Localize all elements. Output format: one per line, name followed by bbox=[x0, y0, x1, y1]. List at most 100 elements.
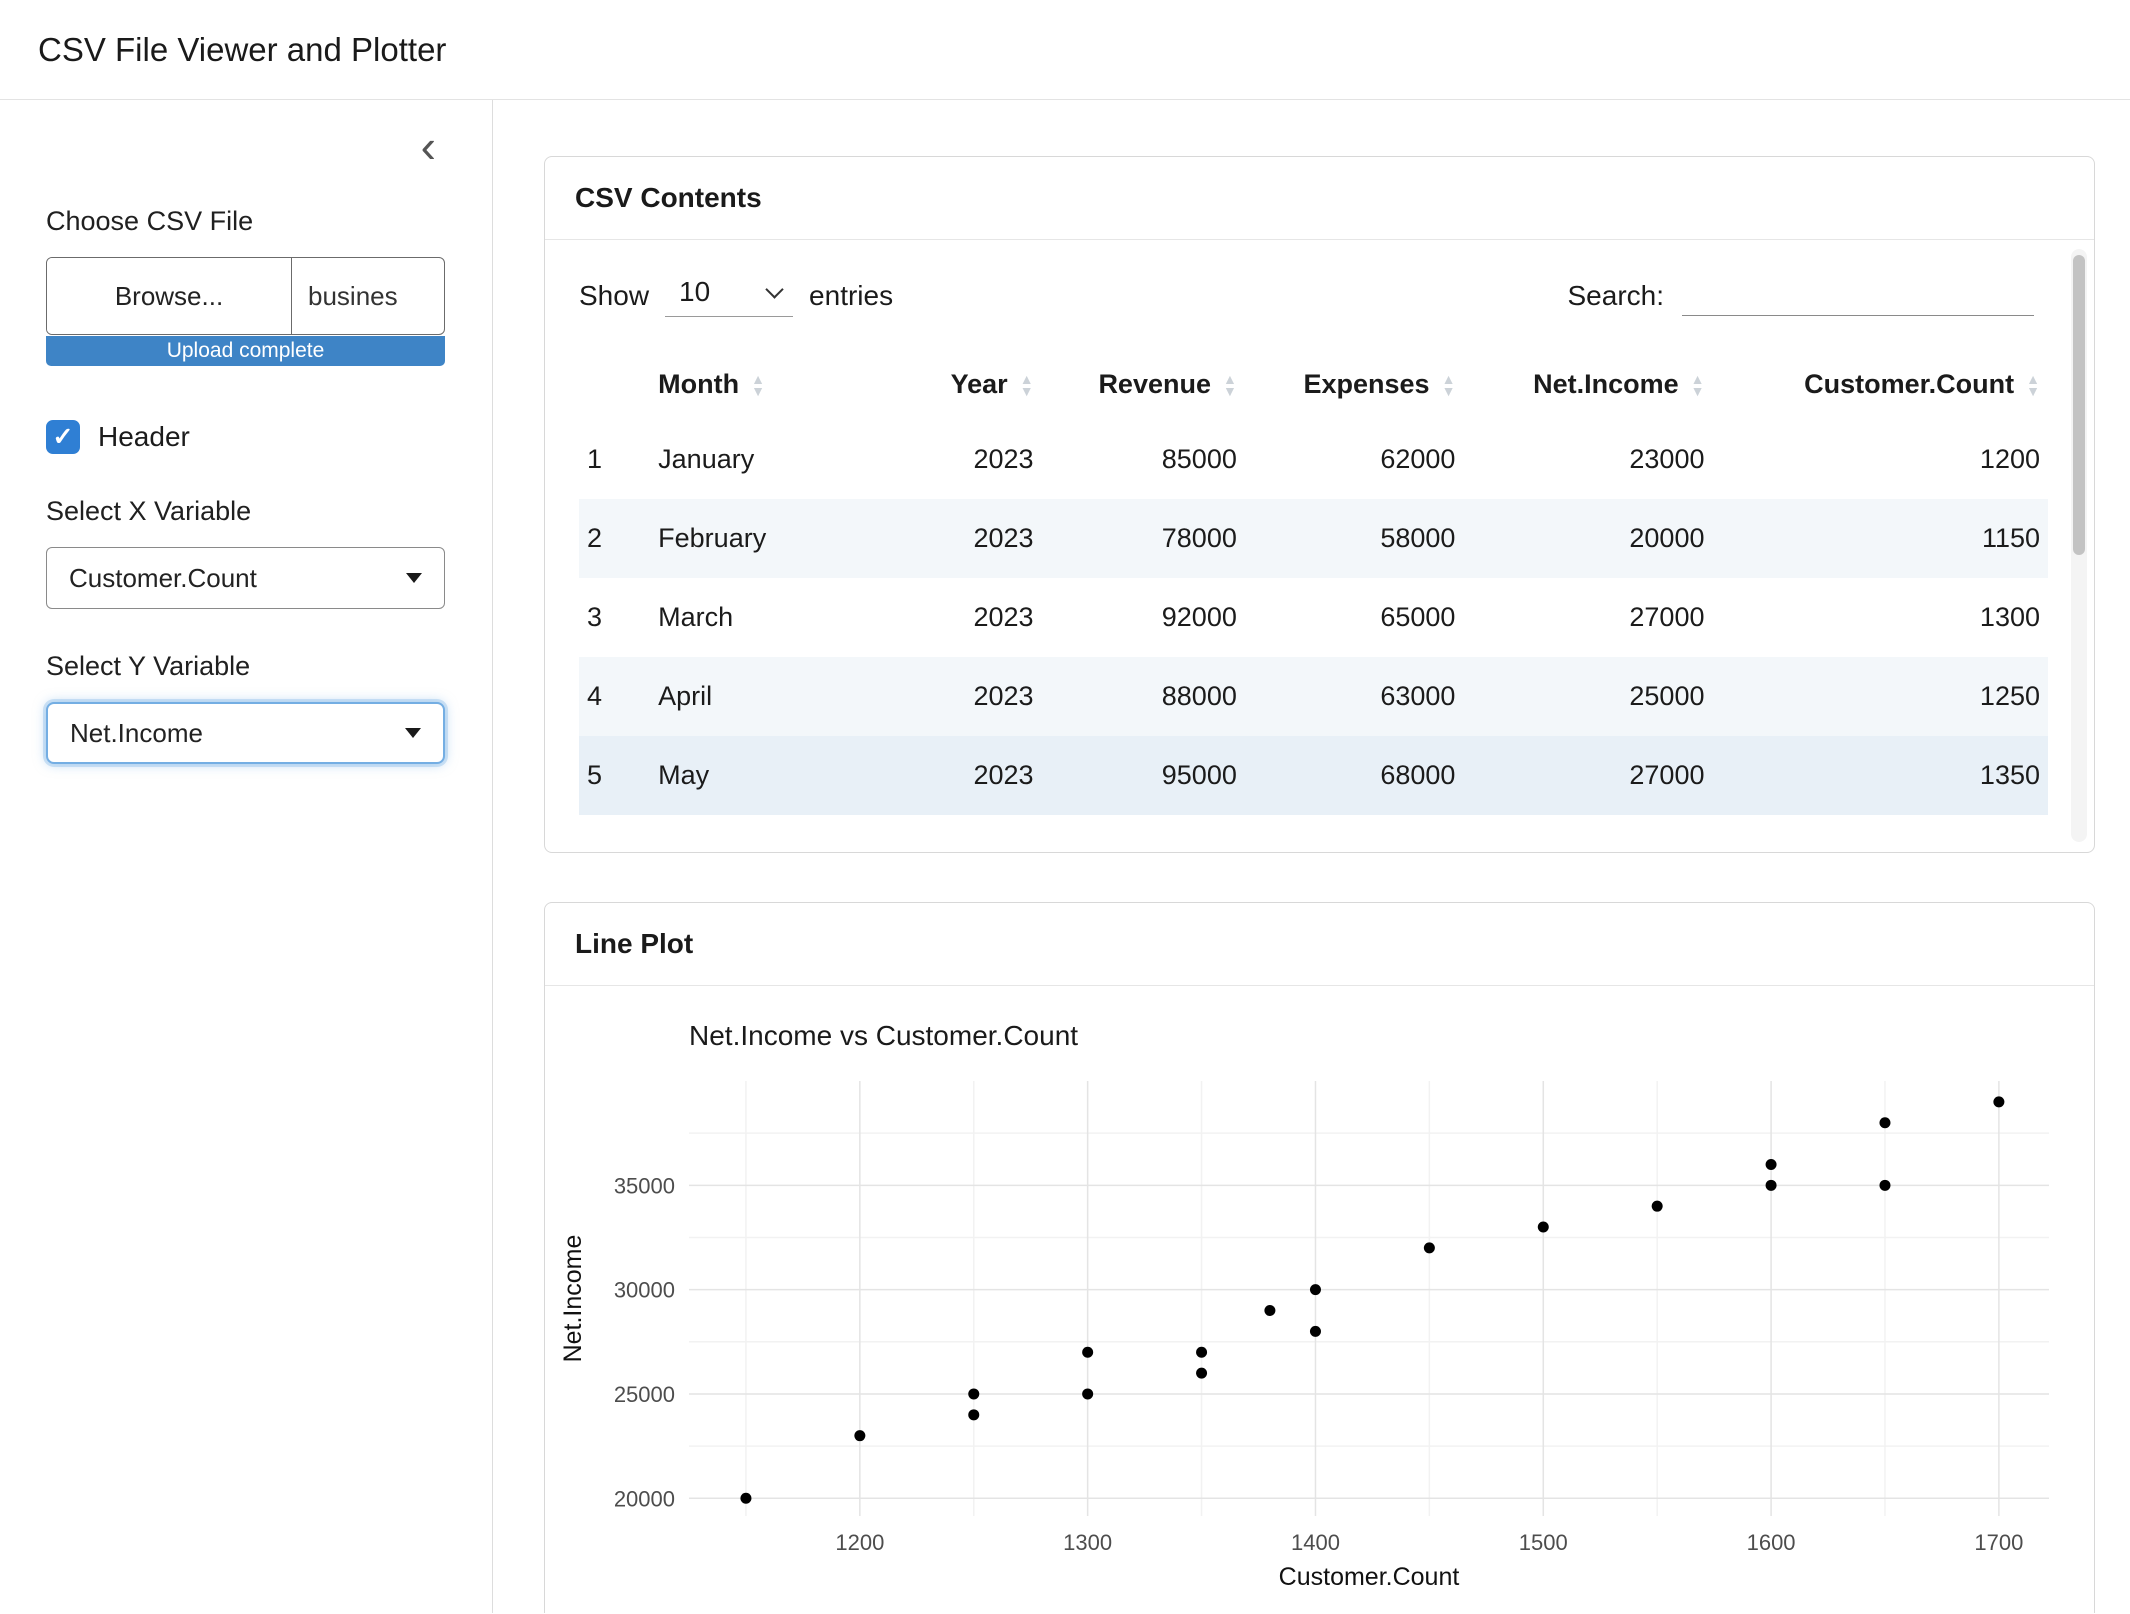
line-plot-card: Line Plot Net.Income vs Customer.Count 1… bbox=[544, 902, 2095, 1613]
collapse-sidebar-icon[interactable]: ‹ bbox=[421, 123, 436, 169]
table-cell: 88000 bbox=[1042, 657, 1245, 736]
upload-progress-label: Upload complete bbox=[167, 339, 325, 363]
table-cell: 63000 bbox=[1245, 657, 1464, 736]
table-cell: 23000 bbox=[1463, 420, 1712, 499]
table-row[interactable]: 2February20237800058000200001150 bbox=[579, 499, 2048, 578]
table-cell: 27000 bbox=[1463, 736, 1712, 815]
entries-label: entries bbox=[809, 280, 893, 312]
row-index-cell: 1 bbox=[579, 420, 650, 499]
header-checkbox-row[interactable]: Header bbox=[46, 420, 446, 454]
sort-icon: ▲▼ bbox=[751, 373, 765, 397]
entries-per-page-value: 10 bbox=[679, 276, 710, 308]
chart-title: Net.Income vs Customer.Count bbox=[689, 1020, 2094, 1052]
svg-text:30000: 30000 bbox=[614, 1278, 675, 1303]
table-cell: 1350 bbox=[1712, 736, 2048, 815]
main-content: CSV Contents Show 10 entries Search: bbox=[493, 100, 2130, 1613]
entries-per-page-select[interactable]: 10 bbox=[665, 274, 793, 317]
table-scrollbar-track[interactable] bbox=[2071, 249, 2087, 842]
svg-text:Customer.Count: Customer.Count bbox=[1279, 1563, 1460, 1591]
svg-text:1500: 1500 bbox=[1519, 1530, 1568, 1555]
sidebar: ‹ Choose CSV File Browse... busines Uplo… bbox=[0, 100, 493, 1613]
x-variable-value: Customer.Count bbox=[69, 563, 257, 594]
y-variable-select[interactable]: Net.Income bbox=[46, 702, 445, 764]
table-cell: January bbox=[650, 420, 879, 499]
table-cell: 2023 bbox=[879, 657, 1042, 736]
table-cell: 85000 bbox=[1042, 420, 1245, 499]
svg-text:1600: 1600 bbox=[1747, 1530, 1796, 1555]
table-cell: 78000 bbox=[1042, 499, 1245, 578]
table-row[interactable]: 5May20239500068000270001350 bbox=[579, 736, 2048, 815]
svg-text:1200: 1200 bbox=[835, 1530, 884, 1555]
table-row[interactable]: 4April20238800063000250001250 bbox=[579, 657, 2048, 736]
table-cell: 92000 bbox=[1042, 578, 1245, 657]
file-input-label: Choose CSV File bbox=[46, 206, 446, 237]
svg-text:1700: 1700 bbox=[1974, 1530, 2023, 1555]
csv-table-body: 1January202385000620002300012002February… bbox=[579, 420, 2048, 815]
search-input[interactable] bbox=[1682, 276, 2034, 316]
svg-text:25000: 25000 bbox=[614, 1382, 675, 1407]
sort-icon: ▲▼ bbox=[1442, 373, 1456, 397]
x-variable-select[interactable]: Customer.Count bbox=[46, 547, 445, 609]
svg-text:35000: 35000 bbox=[614, 1173, 675, 1198]
sort-icon: ▲▼ bbox=[1691, 373, 1705, 397]
column-header-label: Month bbox=[658, 369, 739, 400]
row-index-cell: 4 bbox=[579, 657, 650, 736]
csv-table: Month▲▼Year▲▼Revenue▲▼Expenses▲▼Net.Inco… bbox=[579, 351, 2048, 815]
sort-icon: ▲▼ bbox=[2026, 373, 2040, 397]
row-index-cell: 2 bbox=[579, 499, 650, 578]
table-row[interactable]: 1January20238500062000230001200 bbox=[579, 420, 2048, 499]
table-row[interactable]: 3March20239200065000270001300 bbox=[579, 578, 2048, 657]
row-index-header bbox=[579, 351, 650, 420]
table-cell: 65000 bbox=[1245, 578, 1464, 657]
column-header-month[interactable]: Month ▲▼ bbox=[650, 351, 879, 420]
svg-text:1400: 1400 bbox=[1291, 1530, 1340, 1555]
search-label: Search: bbox=[1568, 280, 1665, 312]
svg-text:20000: 20000 bbox=[614, 1486, 675, 1511]
show-label: Show bbox=[579, 280, 649, 312]
table-cell: 68000 bbox=[1245, 736, 1464, 815]
column-header-revenue[interactable]: Revenue▲▼ bbox=[1042, 351, 1245, 420]
column-header-expenses[interactable]: Expenses▲▼ bbox=[1245, 351, 1464, 420]
csv-card-title: CSV Contents bbox=[545, 157, 2094, 240]
table-cell: February bbox=[650, 499, 879, 578]
browse-button[interactable]: Browse... bbox=[47, 258, 292, 334]
table-cell: 1300 bbox=[1712, 578, 2048, 657]
caret-down-icon bbox=[405, 728, 421, 738]
column-header-year[interactable]: Year▲▼ bbox=[879, 351, 1042, 420]
table-cell: April bbox=[650, 657, 879, 736]
svg-text:1300: 1300 bbox=[1063, 1530, 1112, 1555]
table-cell: 58000 bbox=[1245, 499, 1464, 578]
column-header-net-income[interactable]: Net.Income ▲▼ bbox=[1463, 351, 1712, 420]
header-checkbox[interactable] bbox=[46, 420, 80, 454]
table-cell: 1150 bbox=[1712, 499, 2048, 578]
x-variable-label: Select X Variable bbox=[46, 496, 446, 527]
column-header-customer-count[interactable]: Customer.Count ▲▼ bbox=[1712, 351, 2048, 420]
chevron-down-icon bbox=[765, 280, 783, 298]
caret-down-icon bbox=[406, 573, 422, 583]
table-cell: 2023 bbox=[879, 736, 1042, 815]
svg-text:Net.Income: Net.Income bbox=[559, 1235, 587, 1363]
table-cell: 2023 bbox=[879, 578, 1042, 657]
csv-table-head-row: Month▲▼Year▲▼Revenue▲▼Expenses▲▼Net.Inco… bbox=[579, 351, 2048, 420]
scatter-plot: 1200 1300 1400 1500 1600 1700 20000 25000 30000 3… bbox=[549, 1066, 2089, 1601]
app-title: CSV File Viewer and Plotter bbox=[38, 31, 446, 69]
sort-icon: ▲▼ bbox=[1223, 373, 1237, 397]
table-scrollbar-thumb[interactable] bbox=[2073, 255, 2085, 555]
file-input[interactable]: Browse... busines bbox=[46, 257, 445, 335]
plot-area: Net.Income vs Customer.Count 1200 1300 140… bbox=[545, 986, 2094, 1601]
column-header-label: Customer.Count bbox=[1804, 369, 2014, 400]
table-cell: 1200 bbox=[1712, 420, 2048, 499]
sort-icon: ▲▼ bbox=[1020, 373, 1034, 397]
plot-card-title: Line Plot bbox=[545, 903, 2094, 986]
column-header-label: Net.Income bbox=[1533, 369, 1679, 400]
csv-contents-card: CSV Contents Show 10 entries Search: bbox=[544, 156, 2095, 853]
y-variable-value: Net.Income bbox=[70, 718, 203, 749]
table-cell: 62000 bbox=[1245, 420, 1464, 499]
file-name-field: busines bbox=[292, 258, 444, 334]
table-cell: May bbox=[650, 736, 879, 815]
row-index-cell: 5 bbox=[579, 736, 650, 815]
table-cell: 2023 bbox=[879, 499, 1042, 578]
upload-progress-bar: Upload complete bbox=[46, 336, 445, 366]
table-cell: 95000 bbox=[1042, 736, 1245, 815]
table-cell: 1250 bbox=[1712, 657, 2048, 736]
